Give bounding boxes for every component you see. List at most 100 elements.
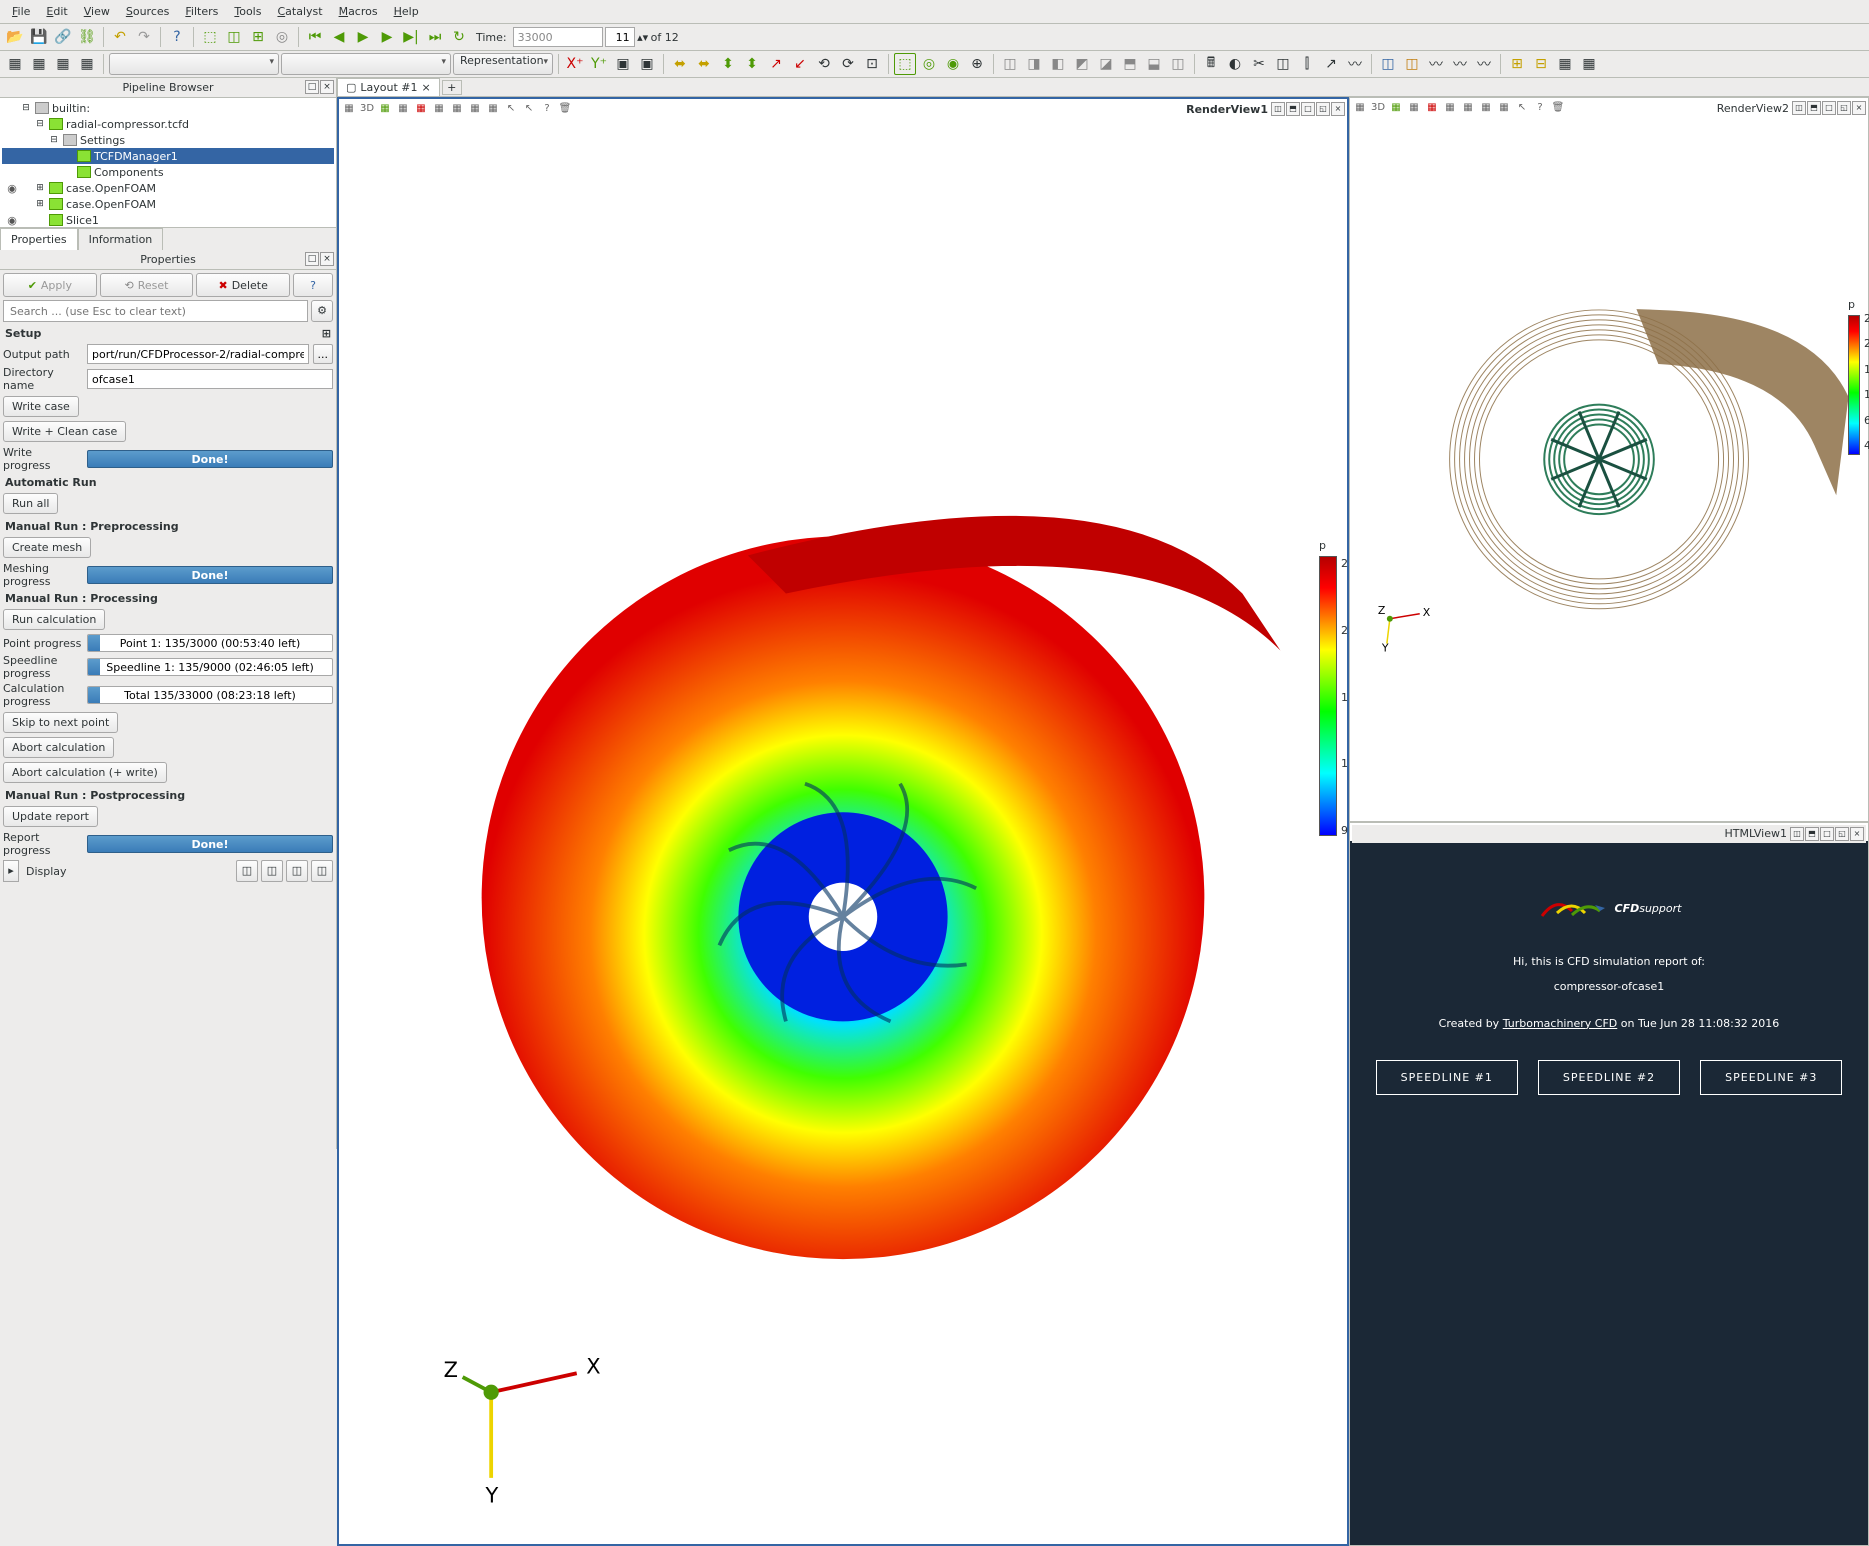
select1-icon[interactable]: ⬚: [894, 53, 916, 75]
abort-calculation-button[interactable]: Abort calculation: [3, 737, 114, 758]
prev-frame-icon[interactable]: ◀: [328, 26, 350, 48]
tree-expand-icon[interactable]: ⊟: [34, 119, 46, 129]
cube1-icon[interactable]: ▣: [612, 53, 634, 75]
speedline-2-button[interactable]: SPEEDLINE #2: [1538, 1060, 1680, 1095]
tool3-icon[interactable]: ⊞: [247, 26, 269, 48]
tree-item[interactable]: ◉⊞case.OpenFOAM: [2, 180, 334, 196]
menu-macros[interactable]: Macros: [331, 2, 386, 21]
help-icon[interactable]: ?: [166, 26, 188, 48]
clip-icon[interactable]: ✂: [1248, 53, 1270, 75]
settings-gear-icon[interactable]: ⚙: [311, 300, 333, 322]
view-px-icon[interactable]: ⬌: [669, 53, 691, 75]
axis-y-icon[interactable]: Y⁺: [588, 53, 610, 75]
representation-combo[interactable]: Representation: [453, 53, 553, 75]
threshold-icon[interactable]: ⫿: [1296, 53, 1318, 75]
view-nx-icon[interactable]: ⬌: [693, 53, 715, 75]
search-input[interactable]: [3, 300, 308, 322]
wf1-icon[interactable]: ◫: [999, 53, 1021, 75]
rv2-restore-icon[interactable]: ◱: [1837, 101, 1851, 115]
misc2-icon[interactable]: ▦: [1578, 53, 1600, 75]
tab-properties[interactable]: Properties: [0, 228, 78, 250]
hv-max-icon[interactable]: □: [1820, 827, 1834, 841]
output-path-input[interactable]: [87, 344, 309, 364]
menu-catalyst[interactable]: Catalyst: [269, 2, 330, 21]
tree-item[interactable]: Components: [2, 164, 334, 180]
wf3-icon[interactable]: ◧: [1047, 53, 1069, 75]
rv1-tb5-icon[interactable]: ▦: [431, 101, 447, 117]
render-view-1[interactable]: ▦ 3D ▦ ▦ ▦ ▦ ▦ ▦ ▦ ↖ ↖ ? 🗑 RenderView1: [337, 97, 1349, 1546]
directory-name-input[interactable]: [87, 369, 333, 389]
first-frame-icon[interactable]: ⏮: [304, 26, 326, 48]
rv2-max-icon[interactable]: □: [1822, 101, 1836, 115]
active-variable-combo[interactable]: [109, 53, 279, 75]
write-case-button[interactable]: Write case: [3, 396, 79, 417]
abort-calculation-write-button[interactable]: Abort calculation (+ write): [3, 762, 167, 783]
menu-help[interactable]: Help: [386, 2, 427, 21]
rv1-tb1-icon[interactable]: ▦: [341, 101, 357, 117]
tree-expand-icon[interactable]: ⊞: [34, 183, 46, 193]
ext2-icon[interactable]: ◫: [1401, 53, 1423, 75]
hv-split-h-icon[interactable]: ◫: [1790, 827, 1804, 841]
loop-icon[interactable]: ↻: [448, 26, 470, 48]
speedline-3-button[interactable]: SPEEDLINE #3: [1700, 1060, 1842, 1095]
rv2-split-h-icon[interactable]: ◫: [1792, 101, 1806, 115]
rv1-tb2-icon[interactable]: ▦: [377, 101, 393, 117]
rv1-tb4-icon[interactable]: ▦: [413, 101, 429, 117]
display-opt3-icon[interactable]: ◫: [286, 860, 308, 882]
wf2-icon[interactable]: ◨: [1023, 53, 1045, 75]
rot-90-icon[interactable]: ⟳: [837, 53, 859, 75]
rv1-restore-icon[interactable]: ◱: [1316, 102, 1330, 116]
menu-filters[interactable]: Filters: [177, 2, 226, 21]
rot90-icon[interactable]: ⟲: [813, 53, 835, 75]
wf4-icon[interactable]: ◩: [1071, 53, 1093, 75]
save-icon[interactable]: 💾: [28, 26, 50, 48]
props-restore-icon[interactable]: □: [305, 252, 319, 266]
rv1-tb10-icon[interactable]: ↖: [521, 101, 537, 117]
create-mesh-button[interactable]: Create mesh: [3, 537, 91, 558]
display-expand-icon[interactable]: ▸: [3, 860, 19, 882]
wf7-icon[interactable]: ⬓: [1143, 53, 1165, 75]
select3-icon[interactable]: ◉: [942, 53, 964, 75]
rv1-close-icon[interactable]: ×: [1331, 102, 1345, 116]
disconnect-icon[interactable]: ⛓: [76, 26, 98, 48]
update-report-button[interactable]: Update report: [3, 806, 98, 827]
rv1-max-icon[interactable]: □: [1301, 102, 1315, 116]
calc-icon[interactable]: 🖩: [1200, 53, 1222, 75]
rv2-tb2-icon[interactable]: ▦: [1388, 100, 1404, 116]
turbomachinery-link[interactable]: Turbomachinery CFD: [1503, 1017, 1618, 1030]
layout-tab-1[interactable]: ▢Layout #1×: [337, 78, 440, 96]
tree-expand-icon[interactable]: ⊞: [34, 199, 46, 209]
wf5-icon[interactable]: ◪: [1095, 53, 1117, 75]
write-clean-case-button[interactable]: Write + Clean case: [3, 421, 126, 442]
rv2-tb4-icon[interactable]: ▦: [1424, 100, 1440, 116]
menu-tools[interactable]: Tools: [226, 2, 269, 21]
tree-item[interactable]: ⊟Settings: [2, 132, 334, 148]
tb2-1-icon[interactable]: ▦: [4, 53, 26, 75]
tb2-4-icon[interactable]: ▦: [76, 53, 98, 75]
stream-icon[interactable]: 〰: [1344, 53, 1366, 75]
zoom-fit-icon[interactable]: ⊡: [861, 53, 883, 75]
rv2-tb8-icon[interactable]: ▦: [1496, 100, 1512, 116]
hv-split-v-icon[interactable]: ⬒: [1805, 827, 1819, 841]
slice-icon[interactable]: ◫: [1272, 53, 1294, 75]
help-button[interactable]: ?: [293, 273, 333, 297]
menu-sources[interactable]: Sources: [118, 2, 178, 21]
rv1-3d-icon[interactable]: 3D: [359, 101, 375, 117]
rv2-tb10-icon[interactable]: ?: [1532, 100, 1548, 116]
ext3-icon[interactable]: 〰: [1425, 53, 1447, 75]
display-opt2-icon[interactable]: ◫: [261, 860, 283, 882]
rv2-tb6-icon[interactable]: ▦: [1460, 100, 1476, 116]
tree-expand-icon[interactable]: ⊟: [48, 135, 60, 145]
glyph-icon[interactable]: ↗: [1320, 53, 1342, 75]
rv1-tb3-icon[interactable]: ▦: [395, 101, 411, 117]
rv2-tb9-icon[interactable]: ↖: [1514, 100, 1530, 116]
rv1-split-v-icon[interactable]: ⬒: [1286, 102, 1300, 116]
html-view-1[interactable]: HTMLView1 ◫ ⬒ □ ◱ ×: [1349, 822, 1869, 1546]
rv2-tb5-icon[interactable]: ▦: [1442, 100, 1458, 116]
pb-close-icon[interactable]: ×: [320, 80, 334, 94]
contour-icon[interactable]: ◐: [1224, 53, 1246, 75]
run-calculation-button[interactable]: Run calculation: [3, 609, 105, 630]
apply-button[interactable]: ✔Apply: [3, 273, 97, 297]
view-ny-icon[interactable]: ⬍: [741, 53, 763, 75]
rv1-tb11-icon[interactable]: ?: [539, 101, 555, 117]
